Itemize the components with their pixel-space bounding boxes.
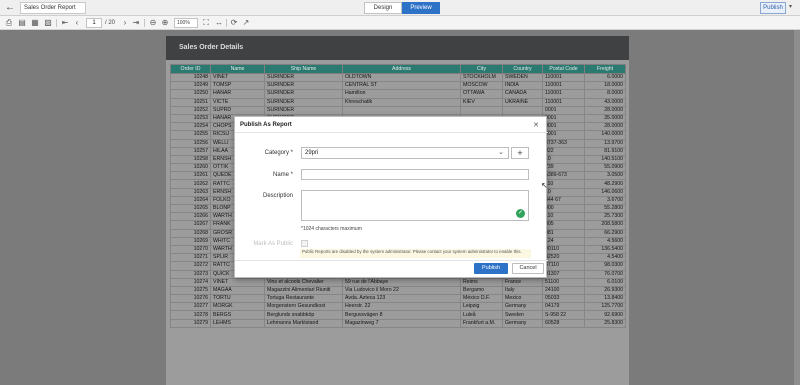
publish-dialog: Publish As Report ✕ Category * 29pri ⌄ +…: [234, 116, 548, 278]
name-input[interactable]: [301, 169, 529, 180]
description-textarea[interactable]: [301, 190, 529, 221]
category-label: Category *: [264, 150, 293, 156]
mark-public-label: Mark As Public: [253, 241, 293, 247]
mark-public-checkbox[interactable]: [301, 240, 308, 247]
public-disabled-note: Public Reports are disabled by the syste…: [300, 249, 531, 258]
cancel-button[interactable]: Cancel: [512, 263, 544, 274]
category-value: 29pri: [305, 150, 319, 156]
char-limit-hint: *1024 characters maximum: [301, 226, 362, 232]
mouse-cursor-icon: ↖: [541, 181, 548, 190]
divider: [235, 260, 548, 261]
publish-button[interactable]: Publish: [474, 263, 508, 274]
check-icon: ✓: [516, 209, 525, 218]
modal-overlay: Publish As Report ✕ Category * 29pri ⌄ +…: [0, 0, 800, 385]
chevron-down-icon: ⌄: [498, 149, 504, 156]
divider: [235, 132, 548, 133]
add-category-button[interactable]: +: [511, 147, 529, 159]
dialog-title: Publish As Report: [240, 122, 292, 128]
description-label: Description: [262, 193, 293, 199]
category-select[interactable]: 29pri ⌄: [301, 147, 509, 159]
close-icon[interactable]: ✕: [533, 121, 539, 129]
name-label: Name *: [272, 172, 293, 178]
